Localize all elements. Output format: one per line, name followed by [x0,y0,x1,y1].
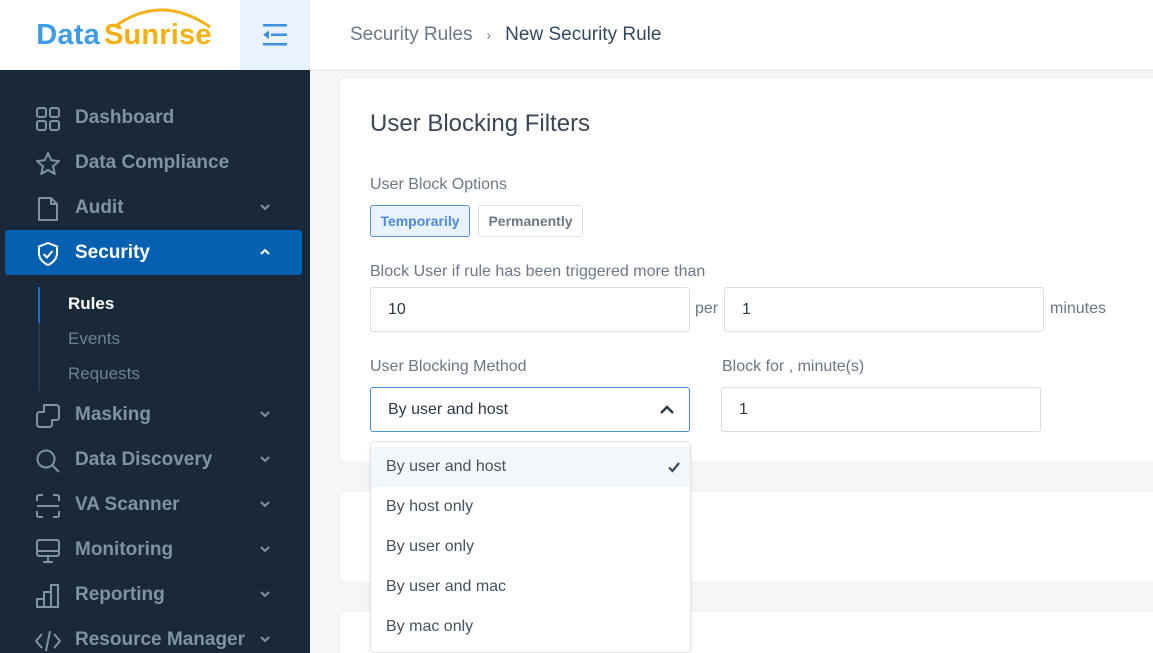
collapse-menu-icon [263,24,287,46]
minutes-label: minutes [1050,300,1107,317]
monitor-icon [36,539,60,563]
permanently-button[interactable]: Permanently [478,205,583,237]
sidebar-item-resource-manager[interactable]: Resource Manager [5,617,302,653]
dropdown-option-user-only[interactable]: By user only [371,527,690,567]
grid-icon [36,107,60,131]
sidebar-item-label: Data Discovery [75,448,213,470]
option-label: By user and host [386,458,507,475]
blocking-method-value: By user and host [388,400,509,418]
star-icon [36,152,60,175]
sidebar-item-reporting[interactable]: Reporting [5,572,302,617]
sidebar-item-label: Security [75,241,150,263]
sidebar-item-masking[interactable]: Masking [5,392,302,437]
option-label: By mac only [386,618,474,635]
check-icon [668,462,680,473]
block-for-input[interactable]: 1 [721,387,1041,432]
chevron-down-icon [260,636,270,643]
temporarily-button[interactable]: Temporarily [370,205,470,237]
sidebar-subitem-rules[interactable]: Rules [68,294,114,314]
sidebar-item-label: VA Scanner [75,493,180,515]
block-for-value: 1 [739,400,748,418]
breadcrumb-separator: › [486,27,492,43]
dropdown-option-mac-only[interactable]: By mac only [371,607,690,647]
per-label: per [695,300,719,317]
sidebar-item-dashboard[interactable]: Dashboard [5,95,302,140]
sidebar-item-label: Dashboard [75,106,175,128]
sidebar-item-data-discovery[interactable]: Data Discovery [5,437,302,482]
header: Security Rules › New Security Rule [310,0,1153,71]
sidebar-item-label: Data Compliance [75,151,230,173]
trigger-count-value: 10 [388,300,406,318]
chevron-up-icon [660,405,674,414]
sidebar: Dashboard Data Compliance Audit Security… [0,70,310,653]
chevron-down-icon [260,204,270,211]
breadcrumb: Security Rules › New Security Rule [350,24,661,46]
logo-area[interactable]: Data Sunrise [0,0,240,70]
sidebar-item-va-scanner[interactable]: VA Scanner [5,482,302,527]
dropdown-option-user-and-host[interactable]: By user and host [371,447,690,487]
blocking-method-select[interactable]: By user and host [370,387,690,432]
sidebar-item-monitoring[interactable]: Monitoring [5,527,302,572]
sidebar-item-label: Resource Manager [75,628,246,650]
datasunrise-logo: Data Sunrise [36,8,212,52]
sidebar-item-label: Masking [75,403,152,425]
logo-text-data: Data [36,18,100,51]
masking-icon [36,404,60,428]
chevron-down-icon [260,411,270,418]
option-label: By user only [386,538,475,555]
submenu-active-indicator [38,287,40,323]
code-icon [35,630,61,652]
sidebar-item-security[interactable]: Security [5,230,302,275]
trigger-period-value: 1 [742,300,751,318]
blocking-method-dropdown: By user and host By host only By user on… [370,441,691,653]
chevron-down-icon [260,501,270,508]
document-icon [38,197,58,221]
user-block-options-label: User Block Options [370,176,507,193]
sidebar-item-label: Reporting [75,583,165,605]
sidebar-item-audit[interactable]: Audit [5,185,302,230]
section-title: User Blocking Filters [370,110,591,137]
sidebar-item-data-compliance[interactable]: Data Compliance [5,140,302,185]
trigger-count-input[interactable]: 10 [370,287,690,332]
sidebar-item-label: Monitoring [75,538,174,560]
chevron-down-icon [260,546,270,553]
dropdown-option-user-and-mac[interactable]: By user and mac [371,567,690,607]
blocking-method-label: User Blocking Method [370,358,527,375]
breadcrumb-new-security-rule: New Security Rule [505,24,662,45]
sunrise-arc-icon [113,8,212,28]
scanner-icon [36,494,60,518]
sidebar-item-label: Audit [75,196,124,218]
shield-check-icon [38,242,58,266]
bar-chart-icon [36,584,59,608]
sidebar-subitem-requests[interactable]: Requests [68,364,140,384]
dropdown-option-host-only[interactable]: By host only [371,487,690,527]
collapse-sidebar-button[interactable] [240,0,310,70]
chevron-down-icon [260,456,270,463]
trigger-label: Block User if rule has been triggered mo… [370,263,706,280]
chevron-down-icon [260,591,270,598]
breadcrumb-security-rules[interactable]: Security Rules [350,24,473,46]
option-label: By user and mac [386,578,507,595]
sidebar-subitem-events[interactable]: Events [68,329,120,349]
search-icon [36,449,60,473]
option-label: By host only [386,498,474,515]
chevron-up-icon [260,248,270,255]
block-for-label: Block for , minute(s) [722,358,865,375]
trigger-period-input[interactable]: 1 [724,287,1044,332]
